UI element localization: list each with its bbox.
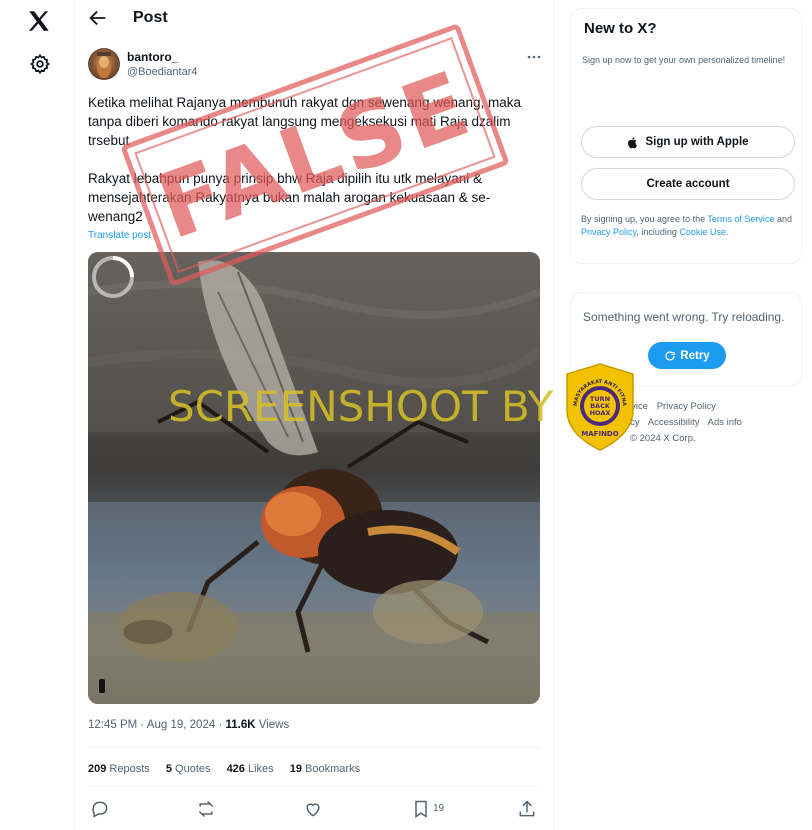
privacy-link[interactable]: Privacy Policy [581,227,636,237]
footer-link[interactable]: Privacy Policy [657,401,716,412]
signup-description: Sign up now to get your own personalized… [582,55,786,65]
signup-title: New to X? [584,20,657,37]
likes-stat[interactable]: 426 Likes [227,763,274,775]
share-icon[interactable] [517,799,537,819]
x-logo-icon[interactable] [26,8,52,34]
badge-brand: MAFINDO [581,430,618,438]
views-count: 11.6K [225,719,256,731]
tweet-video[interactable] [88,252,540,704]
badge-line3: HOAX [590,409,611,417]
top-bar: Post [75,0,554,38]
like-icon[interactable] [303,799,323,819]
mafindo-badge-logo: MASYARAKAT ANTI FITNAH INDONESIA TURN BA… [563,362,634,451]
translate-post-link[interactable]: Translate post [88,230,151,241]
repost-icon[interactable] [196,799,216,819]
more-options-icon[interactable] [525,48,543,66]
retry-label: Retry [680,349,710,362]
tweet-meta: 12:45 PM · Aug 19, 2024 · 11.6K Views [88,719,290,731]
sign-up-apple-button[interactable]: Sign up with Apple [581,126,795,158]
footer-link[interactable]: Ads info [708,417,742,428]
screenshot-watermark: SCREENSHOOT BY [168,382,554,431]
reply-icon[interactable] [90,799,110,819]
tweet-timestamp[interactable]: 12:45 PM · Aug 19, 2024 [88,719,215,731]
sign-up-apple-label: Sign up with Apple [645,136,749,148]
quotes-stat[interactable]: 5 Quotes [166,763,211,775]
avatar[interactable] [88,48,120,80]
signup-card: New to X? Sign up now to get your own pe… [570,8,802,264]
reposts-stat[interactable]: 209 Reposts [88,763,150,775]
apple-icon [628,136,638,148]
views-label: Views [255,719,290,731]
bookmarks-stat[interactable]: 19 Bookmarks [290,763,360,775]
cookie-link[interactable]: Cookie Use [679,227,726,237]
error-message: Something went wrong. Try reloading. [583,310,785,324]
create-account-button[interactable]: Create account [581,168,795,200]
bookmark-icon[interactable] [411,799,431,819]
author-name[interactable]: bantoro_ [127,50,178,64]
author-handle[interactable]: @Boediantar4 [127,66,198,78]
gear-icon[interactable] [29,53,51,75]
back-arrow-icon[interactable] [87,7,109,29]
retry-button[interactable]: Retry [648,342,726,369]
tweet-stats: 209 Reposts 5 Quotes 426 Likes 19 Bookma… [88,763,373,775]
footer-link[interactable]: Accessibility [648,417,700,428]
bookmark-count: 19 [433,803,445,814]
page-title: Post [133,9,168,26]
left-nav [0,0,75,830]
terms-link[interactable]: Terms of Service [707,214,774,224]
signup-legal: By signing up, you agree to the Terms of… [581,214,792,237]
divider [88,785,540,786]
refresh-icon [665,350,675,361]
divider [88,747,540,748]
loading-spinner-icon [92,256,134,298]
pause-icon[interactable] [99,679,105,693]
